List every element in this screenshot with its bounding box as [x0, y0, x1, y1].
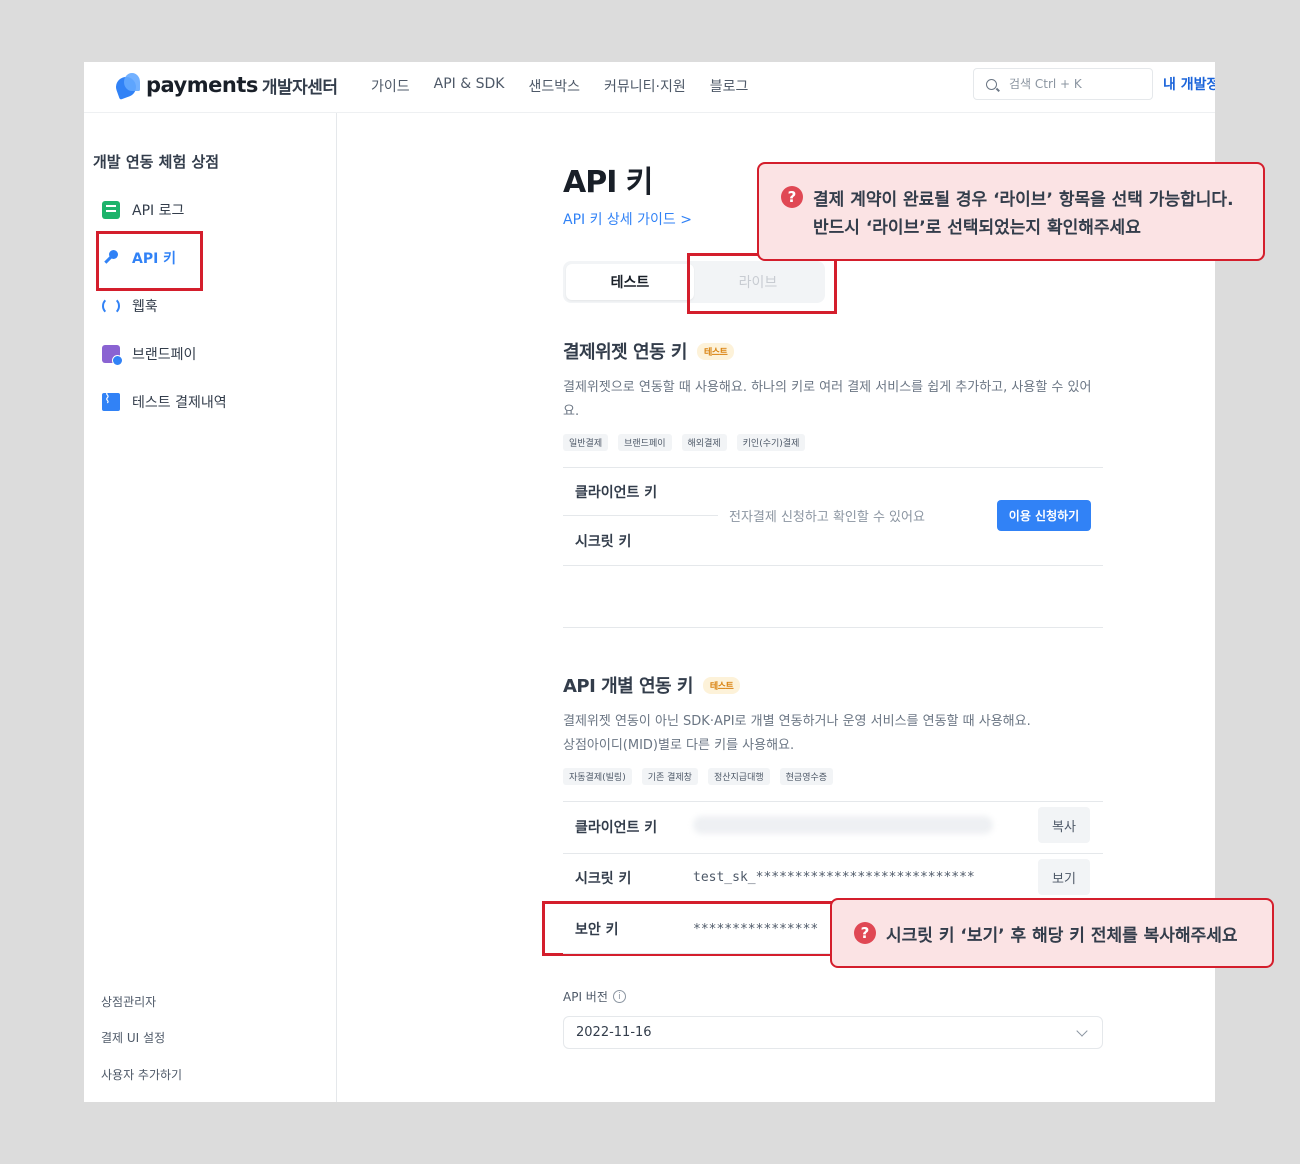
secret-key-value: test_sk_****************************: [693, 870, 975, 885]
page-title: API 키: [563, 165, 653, 200]
sidebar-item-label: 웹훅: [132, 299, 158, 315]
test-badge: 테스트: [702, 676, 741, 694]
sidebar: 개발 연동 체험 상점 API 로그 API 키 웹훅 브랜드페이 테스트 결제…: [84, 113, 337, 1102]
nav-guide[interactable]: 가이드: [371, 74, 410, 98]
apply-button[interactable]: 이용 신청하기: [997, 500, 1091, 531]
section-title-text: 결제위젯 연동 키: [563, 342, 687, 363]
individual-keys-title: API 개별 연동 키 테스트: [563, 672, 741, 698]
sidebar-item-brandpay[interactable]: 브랜드페이: [102, 344, 197, 366]
test-badge: 테스트: [696, 342, 735, 360]
individual-chips: 자동결제(빌링) 기존 결제창 정산지급대행 현금영수증: [563, 768, 843, 785]
api-version-label: API 버전 i: [563, 988, 626, 1005]
divider: [563, 565, 1103, 566]
chip: 정산지급대행: [707, 768, 770, 785]
chevron-down-icon: [1076, 1025, 1088, 1037]
logo-wordmark: payments: [146, 73, 258, 97]
secret-key-label: 시크릿 키: [575, 871, 632, 887]
sidebar-item-label: 브랜드페이: [132, 347, 197, 363]
api-version-value: 2022-11-16: [576, 1025, 652, 1040]
widget-secret-key-label: 시크릿 키: [575, 534, 632, 550]
highlight-box-api-key: [96, 231, 203, 291]
question-icon: ?: [781, 186, 803, 208]
search-icon: [986, 78, 997, 90]
nav-api-sdk[interactable]: API & SDK: [434, 74, 505, 98]
question-icon: ?: [854, 922, 876, 944]
sidebar-footer-ui-settings[interactable]: 결제 UI 설정: [101, 1029, 165, 1046]
sidebar-title: 개발 연동 체험 상점: [93, 153, 220, 171]
copy-button[interactable]: 복사: [1038, 807, 1090, 843]
info-icon[interactable]: i: [612, 990, 626, 1003]
security-key-value: ****************: [693, 922, 819, 937]
my-dev-info-link[interactable]: 내 개발정: [1163, 74, 1215, 94]
section-title-text: API 개별 연동 키: [563, 676, 693, 697]
secret-key-callout: ? 시크릿 키 ‘보기’ 후 해당 키 전체를 복사해주세요: [830, 898, 1274, 968]
chip: 일반결제: [563, 434, 609, 451]
sidebar-item-webhook[interactable]: 웹훅: [102, 296, 158, 316]
nav-blog[interactable]: 블로그: [710, 74, 749, 98]
logo-subtitle: 개발자센터: [261, 77, 338, 98]
webhook-icon: [102, 297, 120, 315]
client-key-label: 클라이언트 키: [575, 820, 658, 836]
chip: 현금영수증: [779, 768, 834, 785]
nav-community[interactable]: 커뮤니티·지원: [604, 74, 686, 98]
highlight-box-live-tab: [687, 253, 837, 314]
callout-line: 반드시 ‘라이브’로 선택되었는지 확인해주세요: [813, 218, 1141, 238]
api-version-label-text: API 버전: [563, 990, 608, 1004]
chip: 해외결제: [681, 434, 727, 451]
widget-client-key-label: 클라이언트 키: [575, 485, 658, 501]
divider: [563, 801, 1103, 802]
api-key-guide-link[interactable]: API 키 상세 가이드 >: [563, 209, 692, 229]
sidebar-item-label: API 로그: [132, 203, 185, 219]
sidebar-item-api-log[interactable]: API 로그: [102, 200, 184, 220]
logo-icon: [113, 73, 142, 100]
callout-line: 결제 계약이 완료될 경우 ‘라이브’ 항목을 선택 가능합니다.: [813, 190, 1234, 210]
brandpay-icon: [102, 345, 123, 366]
section-divider: [563, 627, 1103, 628]
widget-keys-title: 결제위젯 연동 키 테스트: [563, 338, 735, 364]
log-icon: [102, 201, 120, 219]
description-line: 상점아이디(MID)별로 다른 키를 사용해요.: [563, 738, 795, 753]
top-header: payments 개발자센터 가이드 API & SDK 샌드박스 커뮤니티·지…: [84, 62, 1215, 113]
nav-sandbox[interactable]: 샌드박스: [528, 74, 580, 98]
test-history-icon: [102, 391, 120, 411]
divider: [563, 515, 718, 516]
callout-text: 결제 계약이 완료될 경우 ‘라이브’ 항목을 선택 가능합니다. 반드시 ‘라…: [813, 186, 1234, 242]
client-key-value-blurred: [693, 816, 993, 834]
individual-keys-description: 결제위젯 연동이 아닌 SDK·API로 개별 연동하거나 운영 서비스를 연동…: [563, 710, 1103, 758]
api-version-select[interactable]: 2022-11-16: [563, 1016, 1103, 1049]
view-button[interactable]: 보기: [1038, 859, 1090, 895]
chip: 자동결제(빌링): [563, 768, 632, 785]
divider: [563, 853, 1103, 854]
sidebar-footer-add-user[interactable]: 사용자 추가하기: [101, 1066, 182, 1083]
main-nav: 가이드 API & SDK 샌드박스 커뮤니티·지원 블로그: [371, 74, 772, 98]
chip: 키인(수기)결제: [736, 434, 806, 451]
logo[interactable]: payments 개발자센터: [113, 71, 338, 100]
callout-text: 시크릿 키 ‘보기’ 후 해당 키 전체를 복사해주세요: [886, 925, 1238, 946]
chip: 브랜드페이: [618, 434, 672, 451]
security-key-label: 보안 키: [575, 922, 619, 938]
sidebar-footer-store-admin[interactable]: 상점관리자: [101, 993, 156, 1010]
search-box[interactable]: [973, 68, 1153, 100]
sidebar-item-test-history[interactable]: 테스트 결제내역: [102, 391, 227, 412]
widget-keys-description: 결제위젯으로 연동할 때 사용해요. 하나의 키로 여러 결제 서비스를 쉽게 …: [563, 380, 1092, 419]
sidebar-item-label: 테스트 결제내역: [132, 395, 227, 411]
widget-key-notice: 전자결제 신청하고 확인할 수 있어요: [729, 510, 925, 525]
tab-test[interactable]: 테스트: [566, 264, 694, 300]
search-input[interactable]: [1009, 77, 1149, 91]
live-tab-callout: ? 결제 계약이 완료될 경우 ‘라이브’ 항목을 선택 가능합니다. 반드시 …: [757, 162, 1265, 261]
chip: 기존 결제창: [641, 768, 698, 785]
widget-chips: 일반결제 브랜드페이 해외결제 키인(수기)결제: [563, 434, 815, 451]
divider: [563, 467, 1103, 468]
description-line: 결제위젯 연동이 아닌 SDK·API로 개별 연동하거나 운영 서비스를 연동…: [563, 714, 1031, 729]
